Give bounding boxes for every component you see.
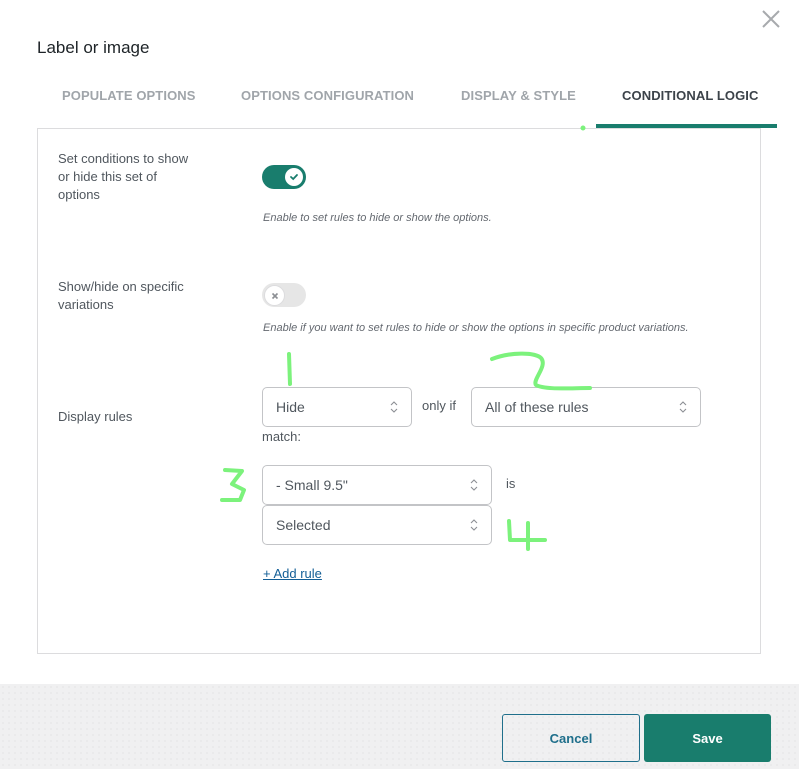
only-if-text: only if: [422, 398, 456, 413]
chevron-up-down-icon: [470, 479, 478, 491]
rule-state-select[interactable]: Selected: [262, 505, 492, 545]
action-select[interactable]: Hide: [262, 387, 412, 427]
chevron-up-down-icon: [390, 401, 398, 413]
tab-bar: POPULATE OPTIONS OPTIONS CONFIGURATION D…: [37, 80, 777, 128]
rule-option-select[interactable]: - Small 9.5": [262, 465, 492, 505]
variations-help: Enable if you want to set rules to hide …: [263, 322, 689, 334]
set-conditions-toggle[interactable]: [262, 165, 306, 189]
toggle-knob: [264, 285, 285, 306]
chevron-up-down-icon: [470, 519, 478, 531]
tab-conditional-logic[interactable]: CONDITIONAL LOGIC: [622, 88, 759, 103]
close-icon: [762, 10, 780, 28]
tab-display-style[interactable]: DISPLAY & STYLE: [461, 88, 576, 103]
match-select[interactable]: All of these rules: [471, 387, 701, 427]
save-button[interactable]: Save: [644, 714, 771, 762]
action-select-value: Hide: [276, 399, 305, 415]
set-conditions-help: Enable to set rules to hide or show the …: [263, 212, 492, 224]
x-icon: [271, 292, 278, 299]
variations-label: Show/hide on specific variations: [58, 279, 184, 312]
variations-toggle[interactable]: [262, 283, 306, 307]
rule-option-value: - Small 9.5": [276, 477, 348, 493]
tab-populate-options[interactable]: POPULATE OPTIONS: [62, 88, 196, 103]
display-rules-label: Display rules: [58, 409, 133, 424]
add-rule-link[interactable]: + Add rule: [263, 566, 322, 581]
set-conditions-label: Set conditions to show or hide this set …: [58, 151, 189, 202]
match-select-value: All of these rules: [485, 399, 589, 415]
tab-options-configuration[interactable]: OPTIONS CONFIGURATION: [241, 88, 414, 103]
match-text: match:: [262, 429, 302, 444]
close-button[interactable]: [759, 7, 783, 31]
check-icon: [290, 174, 298, 181]
chevron-up-down-icon: [679, 401, 687, 413]
modal-title: Label or image: [37, 38, 150, 57]
rule-state-value: Selected: [276, 517, 331, 533]
toggle-knob: [285, 168, 303, 186]
is-text: is: [506, 476, 516, 491]
cancel-button[interactable]: Cancel: [502, 714, 640, 762]
